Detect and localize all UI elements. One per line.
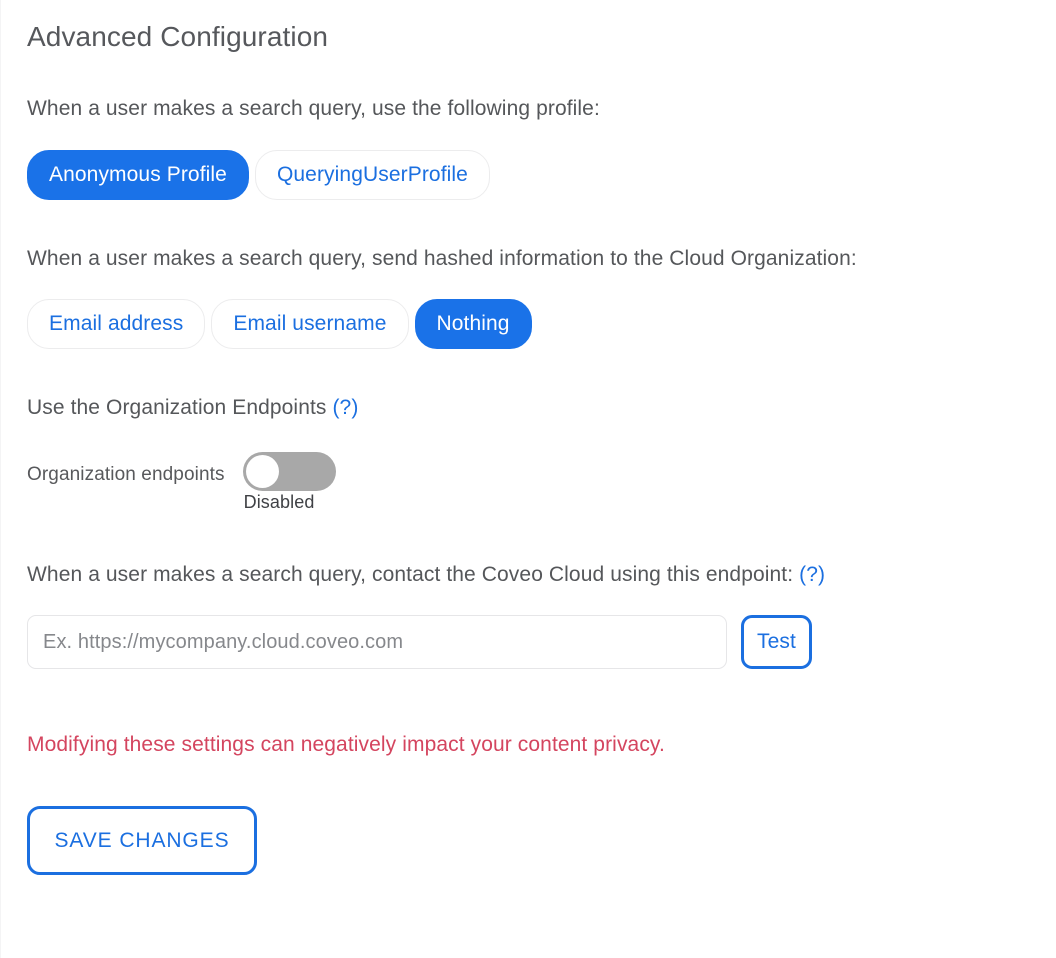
org-endpoints-toggle[interactable] xyxy=(242,452,336,491)
profile-prompt: When a user makes a search query, use th… xyxy=(27,97,600,120)
endpoint-row: Test xyxy=(27,615,1030,669)
endpoint-input[interactable] xyxy=(27,615,727,669)
org-endpoints-toggle-row: Organization endpoints Disabled xyxy=(27,452,1030,514)
org-endpoints-toggle-wrap: Disabled xyxy=(242,452,336,513)
save-changes-button[interactable]: SAVE CHANGES xyxy=(27,806,257,875)
privacy-warning-text: Modifying these settings can negatively … xyxy=(27,733,665,756)
hashed-info-option-email-username[interactable]: Email username xyxy=(211,299,409,349)
org-endpoints-heading-row: Use the Organization Endpoints (?) xyxy=(27,393,1030,422)
profile-option-anonymous-profile[interactable]: Anonymous Profile xyxy=(27,150,249,200)
org-endpoints-toggle-label: Organization endpoints xyxy=(27,464,225,485)
profile-button-group: Anonymous Profile QueryingUserProfile xyxy=(27,150,1030,200)
advanced-configuration-panel: Advanced Configuration When a user makes… xyxy=(0,0,1056,958)
hashed-info-option-nothing[interactable]: Nothing xyxy=(414,299,532,349)
org-endpoints-toggle-state: Disabled xyxy=(243,492,315,512)
org-endpoints-help-icon[interactable]: (?) xyxy=(332,396,358,419)
hashed-info-button-group: Email address Email username Nothing xyxy=(27,299,1030,349)
profile-option-querying-user-profile[interactable]: QueryingUserProfile xyxy=(254,150,490,200)
endpoint-prompt: When a user makes a search query, contac… xyxy=(27,563,794,586)
endpoint-help-icon[interactable]: (?) xyxy=(799,563,825,586)
toggle-knob xyxy=(245,455,279,488)
hashed-info-option-email-address[interactable]: Email address xyxy=(27,299,206,349)
org-endpoints-heading: Use the Organization Endpoints xyxy=(27,396,327,419)
test-endpoint-button[interactable]: Test xyxy=(741,615,812,669)
hashed-info-prompt: When a user makes a search query, send h… xyxy=(27,247,857,270)
endpoint-prompt-row: When a user makes a search query, contac… xyxy=(27,560,1030,589)
page-title: Advanced Configuration xyxy=(27,21,329,52)
